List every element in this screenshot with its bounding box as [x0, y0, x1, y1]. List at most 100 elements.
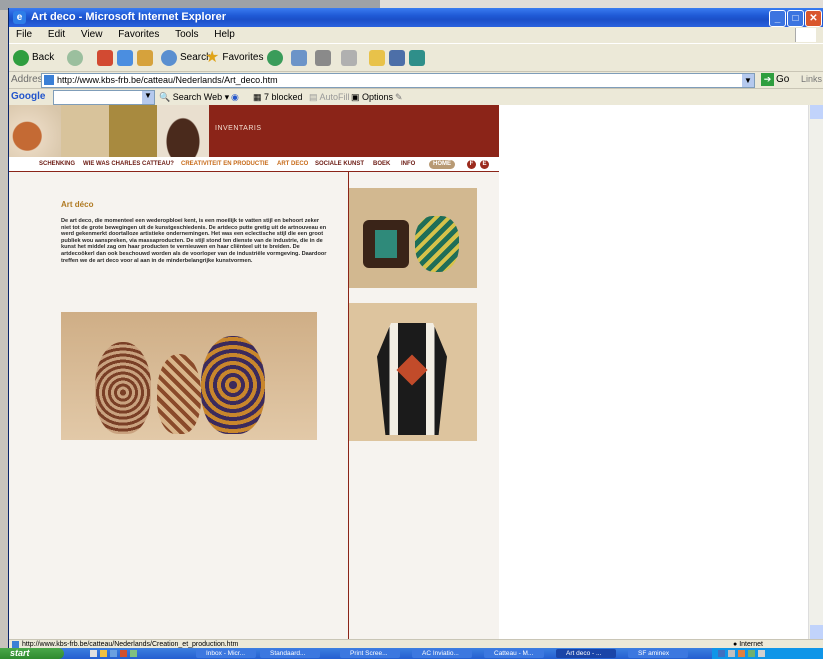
menu-edit[interactable]: Edit	[48, 29, 65, 40]
refresh-button[interactable]	[117, 49, 133, 67]
site-nav: SCHENKING WIE WAS CHARLES CATTEAU? CREAT…	[9, 158, 499, 172]
lang-f-link[interactable]: F	[467, 160, 476, 169]
start-button[interactable]: start	[0, 648, 64, 659]
task-print-screen[interactable]: Print Scree...	[340, 649, 400, 658]
vase-image	[377, 323, 447, 435]
options-label: Options	[362, 92, 394, 102]
print-icon	[315, 50, 331, 66]
quicklaunch-app-icon[interactable]	[120, 650, 127, 657]
folder-button[interactable]	[369, 49, 385, 67]
print-button[interactable]	[315, 49, 331, 67]
autofill-button[interactable]: ▤ AutoFill	[309, 92, 350, 103]
nav-schenking[interactable]: SCHENKING	[39, 158, 75, 171]
quicklaunch-app-icon[interactable]	[130, 650, 137, 657]
quicklaunch-desktop-icon[interactable]	[90, 650, 97, 657]
menu-tools[interactable]: Tools	[175, 29, 198, 40]
page-body-text: De art deco, die momenteel een wederopbl…	[61, 218, 327, 264]
vases-photo	[61, 312, 317, 440]
google-toolbar: Google ▼ 🔍 Search Web ▾ ◉ ▦ 7 blocked ▤ …	[9, 88, 823, 106]
tray-icon[interactable]	[738, 650, 745, 657]
tray-icon[interactable]	[728, 650, 735, 657]
edit-button[interactable]	[341, 49, 357, 67]
pencil-icon[interactable]: ✎	[395, 92, 403, 103]
address-input[interactable]: http://www.kbs-frb.be/catteau/Nederlands…	[41, 73, 755, 88]
forward-button[interactable]	[67, 49, 83, 67]
task-inbox[interactable]: Inbox - Micr...	[196, 649, 256, 658]
task-ac-invitation[interactable]: AC Inviatio...	[412, 649, 472, 658]
google-dropdown-icon[interactable]: ▼	[142, 91, 154, 104]
favorites-label: Favorites	[222, 52, 264, 63]
scroll-up-button[interactable]	[810, 105, 823, 119]
nav-sociale-kunst[interactable]: SOCIALE KUNST	[315, 158, 364, 171]
minimize-button[interactable]: _	[769, 10, 786, 27]
favorites-button[interactable]: ★ Favorites	[205, 49, 263, 67]
title-bar[interactable]: e Art deco - Microsoft Internet Explorer…	[9, 8, 823, 27]
content-right	[349, 172, 499, 639]
vase-image	[95, 342, 151, 434]
menu-help[interactable]: Help	[214, 29, 235, 40]
research-button[interactable]	[409, 49, 425, 67]
close-button[interactable]: ✕	[805, 10, 822, 27]
menu-file[interactable]: File	[16, 29, 32, 40]
home-button[interactable]	[137, 49, 153, 67]
options-button[interactable]: ▣ Options	[351, 92, 393, 103]
status-url: http://www.kbs-frb.be/catteau/Nederlands…	[22, 641, 239, 648]
back-button[interactable]: Back	[13, 49, 54, 67]
go-button[interactable]: ➔ Go	[761, 73, 789, 86]
menu-favorites[interactable]: Favorites	[118, 29, 159, 40]
task-catteau[interactable]: Catteau - M...	[484, 649, 544, 658]
history-button[interactable]	[267, 49, 283, 67]
menu-view[interactable]: View	[81, 29, 103, 40]
page-title: Art déco	[61, 200, 94, 209]
standard-toolbar: Back Search ★ Favorites	[9, 43, 823, 72]
go-label: Go	[776, 74, 790, 85]
messenger-button[interactable]	[389, 49, 405, 67]
star-icon: ★	[205, 49, 220, 66]
research-icon	[409, 50, 425, 66]
vase-image	[157, 354, 201, 434]
stop-button[interactable]	[97, 49, 113, 67]
inventaris-link[interactable]: INVENTARIS	[209, 105, 499, 157]
nav-info[interactable]: INFO	[401, 158, 415, 171]
google-logo[interactable]: Google	[11, 91, 45, 102]
address-dropdown-icon[interactable]: ▼	[742, 74, 754, 87]
task-art-deco[interactable]: Art deco - ...	[556, 649, 616, 658]
mail-icon	[291, 50, 307, 66]
google-search-input[interactable]: ▼	[53, 90, 155, 105]
tray-icon[interactable]	[718, 650, 725, 657]
vase-decoration	[396, 354, 428, 386]
nav-boek[interactable]: BOEK	[373, 158, 390, 171]
messenger-icon	[389, 50, 405, 66]
pagerank-icon: ◉	[231, 92, 239, 102]
quicklaunch-outlook-icon[interactable]	[110, 650, 117, 657]
system-tray	[712, 648, 823, 659]
nav-creativiteit-en-productie[interactable]: CREATIVITEIT EN PRODUCTIE	[181, 158, 269, 171]
banner-color-block	[109, 105, 157, 157]
banner-color-block	[61, 105, 109, 157]
nav-art-deco[interactable]: ART DECO	[277, 158, 308, 171]
browser-window: e Art deco - Microsoft Internet Explorer…	[8, 8, 823, 649]
lang-e-link[interactable]: E	[480, 160, 489, 169]
task-standaard[interactable]: Standaard...	[260, 649, 320, 658]
tray-icon[interactable]	[758, 650, 765, 657]
links-button[interactable]: Links	[801, 74, 822, 84]
popup-blocker-button[interactable]: ▦ 7 blocked	[253, 92, 303, 103]
vase-image	[415, 216, 459, 272]
autofill-label: AutoFill	[319, 92, 350, 102]
vertical-scrollbar[interactable]	[808, 105, 823, 639]
mail-button[interactable]	[291, 49, 307, 67]
back-arrow-icon	[13, 50, 29, 66]
task-sf-aminex[interactable]: SF aminex	[628, 649, 688, 658]
scroll-down-button[interactable]	[810, 625, 823, 639]
zone-label: Internet	[739, 641, 763, 648]
tray-icon[interactable]	[748, 650, 755, 657]
folder-icon	[369, 50, 385, 66]
go-arrow-icon: ➔	[761, 73, 774, 86]
search-web-button[interactable]: 🔍 Search Web ▾	[159, 92, 229, 103]
nav-wie-was-charles-catteau[interactable]: WIE WAS CHARLES CATTEAU?	[83, 158, 174, 171]
home-link[interactable]: HOME	[429, 160, 455, 169]
maximize-button[interactable]: □	[787, 10, 804, 27]
vase-image	[363, 220, 409, 268]
refresh-icon	[117, 50, 133, 66]
quicklaunch-ie-icon[interactable]	[100, 650, 107, 657]
